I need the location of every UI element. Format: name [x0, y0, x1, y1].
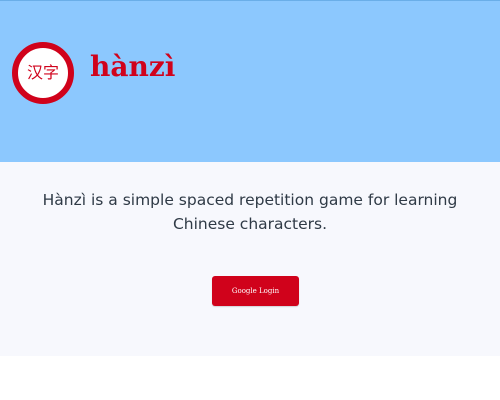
site-header: 汉字 hànzì [0, 0, 500, 162]
logo-characters: 汉字 [26, 63, 59, 82]
logo-badge: 汉字 [12, 42, 74, 104]
app-description: Hànzì is a simple spaced repetition game… [42, 191, 458, 233]
brand-name: hànzì [90, 50, 176, 83]
google-login-button[interactable]: Google Login [212, 276, 299, 306]
main-content: Hànzì is a simple spaced repetition game… [0, 162, 500, 356]
